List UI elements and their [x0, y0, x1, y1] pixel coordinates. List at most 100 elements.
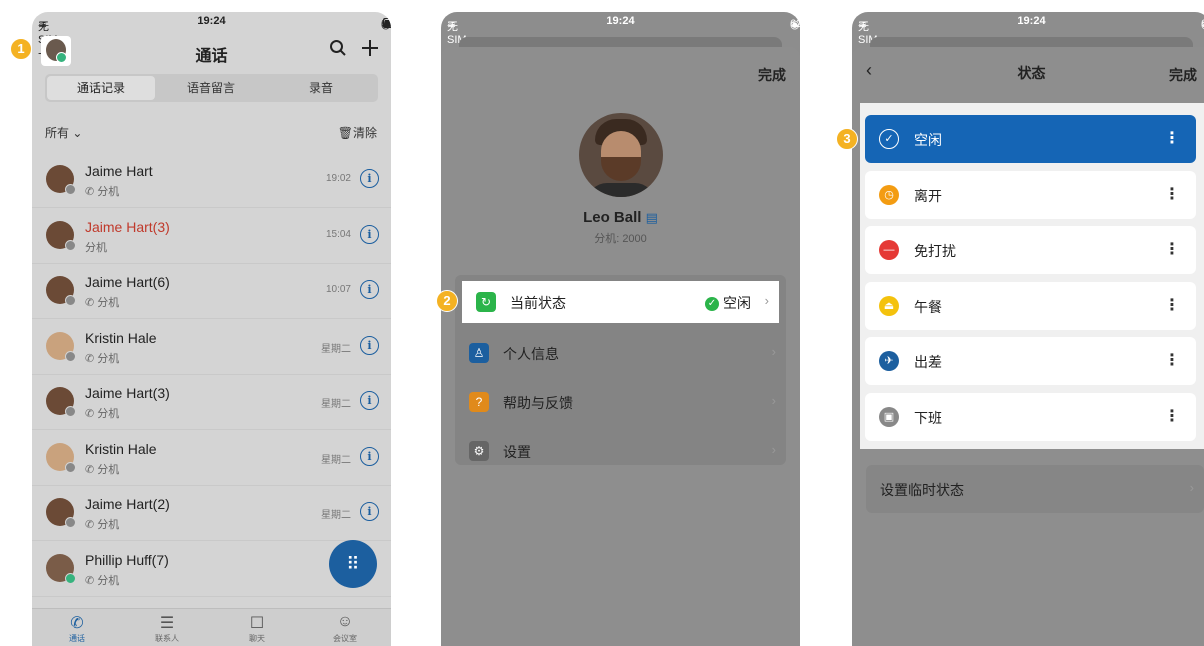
more-icon[interactable]: ⋮	[1164, 239, 1180, 259]
menu-settings[interactable]: ⚙ 设置 ›	[455, 430, 786, 472]
status-icon: ◷	[879, 184, 899, 205]
check-icon: ✓	[705, 297, 719, 312]
tab-voicemail[interactable]: 语音留言	[157, 76, 265, 100]
calls-tab-bar: 通话记录 语音留言 录音	[45, 74, 378, 102]
add-icon[interactable]	[361, 39, 379, 63]
call-type-label: 分机	[85, 241, 107, 254]
presence-icon	[65, 406, 76, 417]
user-icon: ♙	[469, 343, 489, 363]
call-icon: ✆	[85, 186, 98, 198]
chevron-right-icon: ›	[771, 393, 776, 408]
call-row[interactable]: Kristin Hale ✆ 分机 星期二 i	[32, 430, 391, 486]
menu-label: 设置	[503, 444, 531, 460]
nav-chat[interactable]: ☐ 聊天	[227, 613, 287, 644]
clear-label: 清除	[352, 126, 377, 140]
more-icon[interactable]: ⋮	[1164, 295, 1180, 315]
presence-icon	[65, 184, 76, 195]
more-icon[interactable]: ⋮	[1164, 350, 1180, 370]
presence-icon	[65, 461, 76, 473]
info-icon[interactable]: i	[360, 335, 379, 355]
clock: 19:24	[1017, 15, 1046, 27]
tab-call-history[interactable]: 通话记录	[47, 76, 155, 100]
chevron-right-icon: ›	[771, 344, 776, 359]
chevron-down-icon: ⌄	[72, 126, 83, 140]
presence-icon	[65, 295, 76, 306]
set-temporary-status[interactable]: 设置临时状态 ›	[866, 465, 1204, 513]
chevron-right-icon: ›	[764, 293, 769, 308]
phone-icon: ✆	[70, 615, 84, 632]
chat-icon: ☐	[249, 615, 265, 632]
more-icon[interactable]: ⋮	[1164, 128, 1180, 148]
menu-current-status[interactable]: ↻ 当前状态 ✓ 空闲 ›	[462, 281, 779, 323]
call-time: 星期二	[321, 510, 351, 521]
info-icon[interactable]: i	[360, 169, 379, 188]
status-icon: ⏏	[879, 295, 899, 316]
status-bar: 无SIM卡 ≋ 19:24 ◉ 62%	[852, 12, 1204, 61]
clear-button[interactable]: 🗑清除	[338, 124, 377, 141]
call-row[interactable]: Kristin Hale ✆ 分机 星期二 i	[32, 319, 391, 375]
current-status-value: ✓ 空闲	[705, 293, 751, 313]
status-icon: ▣	[879, 406, 899, 427]
card-icon[interactable]: ▤	[646, 210, 658, 225]
status-icon: —	[879, 240, 899, 260]
status-label: 空闲	[914, 132, 942, 148]
call-type: ✆ 分机	[85, 294, 119, 310]
info-icon[interactable]: i	[360, 224, 379, 244]
presence-icon	[65, 572, 76, 584]
contact-name: Jaime Hart(6)	[85, 274, 170, 290]
contact-avatar	[46, 276, 76, 306]
done-button[interactable]: 完成	[758, 65, 786, 85]
battery-icon	[383, 18, 391, 28]
call-row[interactable]: Jaime Hart ✆ 分机 19:02 i	[32, 152, 391, 208]
contact-name: Jaime Hart(2)	[85, 496, 170, 512]
contact-avatar	[46, 220, 76, 251]
clock: 19:24	[606, 15, 635, 27]
call-row[interactable]: Jaime Hart(3) 分机 15:04 i	[32, 208, 391, 264]
menu-personal-info[interactable]: ♙ 个人信息 ›	[455, 332, 786, 374]
menu-help-feedback[interactable]: ? 帮助与反馈 ›	[455, 381, 786, 423]
info-icon[interactable]: i	[360, 446, 379, 466]
call-type: ✆ 分机	[85, 183, 119, 199]
profile-avatar	[579, 113, 663, 197]
status-icon: ✈	[879, 351, 899, 371]
contact-name: Phillip Huff(7)	[85, 551, 169, 568]
nav-label: 聊天	[249, 634, 265, 643]
status-value-label: 空闲	[723, 295, 751, 311]
done-button[interactable]: 完成	[1169, 65, 1197, 85]
status-label: 下班	[914, 409, 942, 426]
call-time: 星期二	[321, 343, 351, 355]
status-option[interactable]: ✓ 空闲 ⋮	[865, 115, 1196, 163]
call-icon: ✆	[85, 519, 98, 531]
nav-contacts[interactable]: ☰ 联系人	[137, 613, 197, 644]
info-icon[interactable]: i	[360, 502, 379, 521]
phone-status-screen: 无SIM卡 ≋ 19:24 ◉ 62% ‹ 状态 完成 ✓空闲⋮◷离开⋮—免打扰…	[852, 12, 1204, 646]
nav-meeting[interactable]: ☺ 会议室	[315, 613, 375, 644]
more-icon[interactable]: ⋮	[1164, 184, 1180, 204]
menu-label: 当前状态	[510, 295, 566, 311]
call-type-label: 分机	[97, 463, 120, 476]
info-icon[interactable]: i	[360, 280, 379, 299]
status-bar: 无SIM卡 ≋ 19:24 ◉ 62%	[32, 12, 391, 61]
status-bar: 无SIM卡 ≋ 19:24 ◉ 62%	[441, 12, 800, 61]
filter-dropdown[interactable]: 所有 ⌄	[45, 124, 82, 141]
search-icon[interactable]	[329, 39, 347, 63]
profile-menu: ↻ 当前状态 ✓ 空闲 › ♙ 个人信息 › ? 帮助与反馈 › ⚙ 设置 ›	[455, 275, 786, 465]
call-row[interactable]: Jaime Hart(2) ✆ 分机 星期二 i	[32, 485, 391, 541]
clock: 19:24	[197, 15, 226, 27]
status-option[interactable]: — 免打扰 ⋮	[865, 226, 1196, 274]
info-icon[interactable]: i	[360, 391, 379, 410]
dialpad-button[interactable]: ⠿	[329, 540, 377, 588]
status-option[interactable]: ⏏ 午餐 ⋮	[865, 281, 1196, 330]
call-row[interactable]: Jaime Hart(3) ✆ 分机 星期二 i	[32, 374, 391, 430]
status-option[interactable]: ✈ 出差 ⋮	[865, 337, 1196, 385]
nav-calls[interactable]: ✆ 通话	[47, 613, 107, 644]
call-row[interactable]: Jaime Hart(6) ✆ 分机 10:07 i	[32, 263, 391, 319]
calls-header: 通话	[32, 34, 391, 70]
status-option[interactable]: ▣ 下班 ⋮	[865, 392, 1196, 441]
more-icon[interactable]: ⋮	[1164, 406, 1180, 426]
status-icon: ↻	[476, 292, 496, 312]
status-option[interactable]: ◷ 离开 ⋮	[865, 170, 1196, 219]
tab-recordings[interactable]: 录音	[267, 76, 375, 100]
contacts-icon: ☰	[159, 615, 175, 632]
call-time: 15:04	[325, 228, 351, 240]
